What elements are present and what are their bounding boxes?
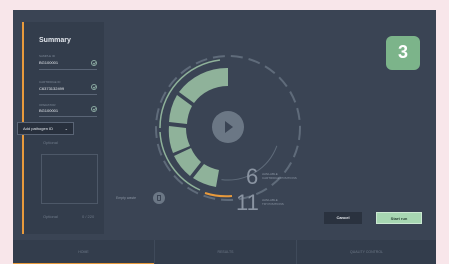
empty-waste-label: Empty waste	[116, 196, 137, 200]
nav-item-results[interactable]: Results	[155, 240, 296, 264]
start-run-button[interactable]: Start run	[376, 212, 422, 224]
tip-label-line2: Tip positions	[262, 202, 284, 206]
tip-label: Available Tip positions	[262, 198, 284, 206]
cancel-button[interactable]: Cancel	[324, 212, 362, 224]
cartridge-segment	[174, 148, 201, 176]
nav-item-quality-control[interactable]: Quality control	[297, 240, 436, 264]
tip-orange-arc	[204, 192, 233, 198]
cartridge-label-line2: Cartridge positions	[262, 176, 297, 180]
play-button[interactable]	[212, 111, 244, 143]
waste-bin-icon[interactable]	[153, 192, 165, 204]
bottom-nav: Home Results Quality control	[13, 240, 436, 264]
cartridge-segment	[168, 126, 190, 153]
tip-count: 11	[236, 190, 259, 215]
cartridge-label: Available Cartridge positions	[262, 172, 297, 180]
cartridge-segment	[169, 95, 192, 124]
cartridge-count: 6	[246, 164, 259, 189]
nav-item-home[interactable]: Home	[13, 240, 154, 264]
cartridge-segment	[193, 164, 219, 187]
